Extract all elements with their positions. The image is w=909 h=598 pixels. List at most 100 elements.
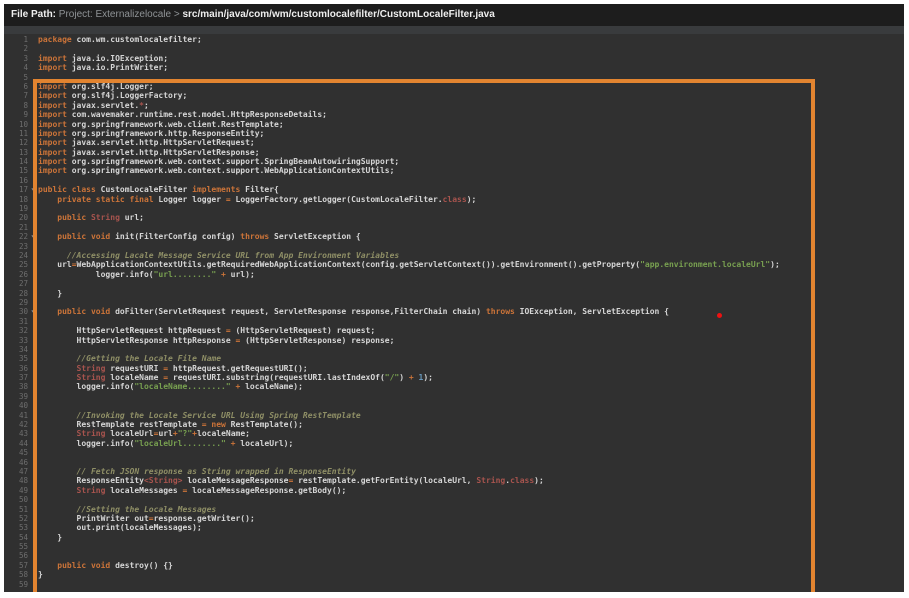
code-line[interactable]: }: [36, 289, 904, 298]
fold-gutter[interactable]: [29, 213, 36, 222]
line-number[interactable]: 49: [4, 486, 29, 495]
code-row[interactable]: 9import com.wavemaker.runtime.rest.model…: [4, 110, 904, 119]
code-row[interactable]: 26 logger.info("url........" + url);: [4, 270, 904, 279]
line-number[interactable]: 45: [4, 448, 29, 457]
code-editor[interactable]: 1package com.wm.customlocalefilter;23imp…: [4, 34, 904, 589]
code-line[interactable]: [36, 176, 904, 185]
code-line[interactable]: import org.springframework.web.context.s…: [36, 157, 904, 166]
code-row[interactable]: 16: [4, 176, 904, 185]
fold-gutter[interactable]: [29, 514, 36, 523]
code-row[interactable]: 55: [4, 542, 904, 551]
line-number[interactable]: 31: [4, 317, 29, 326]
code-row[interactable]: 19: [4, 204, 904, 213]
line-number[interactable]: 5: [4, 73, 29, 82]
code-line[interactable]: [36, 495, 904, 504]
line-number[interactable]: 11: [4, 129, 29, 138]
code-row[interactable]: 43 String localeUrl=url+"?"+localeName;: [4, 429, 904, 438]
code-row[interactable]: 32 HttpServletRequest httpRequest = (Htt…: [4, 326, 904, 335]
code-row[interactable]: 22▾ public void init(FilterConfig config…: [4, 232, 904, 241]
fold-gutter[interactable]: [29, 101, 36, 110]
code-line[interactable]: public void doFilter(ServletRequest requ…: [36, 307, 904, 316]
fold-gutter[interactable]: [29, 44, 36, 53]
code-row[interactable]: 12import javax.servlet.http.HttpServletR…: [4, 138, 904, 147]
code-row[interactable]: 23: [4, 242, 904, 251]
fold-gutter[interactable]: [29, 260, 36, 269]
code-row[interactable]: 57 public void destroy() {}: [4, 561, 904, 570]
code-row[interactable]: 38 logger.info("localeName........" + lo…: [4, 382, 904, 391]
fold-gutter[interactable]: [29, 54, 36, 63]
line-number[interactable]: 23: [4, 242, 29, 251]
code-row[interactable]: 40: [4, 401, 904, 410]
code-line[interactable]: import java.io.IOException;: [36, 54, 904, 63]
code-line[interactable]: import org.springframework.web.context.s…: [36, 166, 904, 175]
code-row[interactable]: 36 String requestURI = httpRequest.getRe…: [4, 364, 904, 373]
fold-gutter[interactable]: [29, 392, 36, 401]
line-number[interactable]: 15: [4, 166, 29, 175]
fold-gutter[interactable]: [29, 82, 36, 91]
code-row[interactable]: 8import javax.servlet.*;: [4, 101, 904, 110]
code-line[interactable]: import org.springframework.web.client.Re…: [36, 120, 904, 129]
code-row[interactable]: 48 ResponseEntity<String> localeMessageR…: [4, 476, 904, 485]
fold-gutter[interactable]: [29, 354, 36, 363]
code-row[interactable]: 41 //Invoking the Locale Service URL Usi…: [4, 411, 904, 420]
line-number[interactable]: 37: [4, 373, 29, 382]
code-line[interactable]: [36, 448, 904, 457]
line-number[interactable]: 22: [4, 232, 29, 241]
line-number[interactable]: 17: [4, 185, 29, 194]
code-row[interactable]: 46: [4, 458, 904, 467]
line-number[interactable]: 14: [4, 157, 29, 166]
code-row[interactable]: 2: [4, 44, 904, 53]
fold-gutter[interactable]: [29, 345, 36, 354]
fold-gutter[interactable]: [29, 35, 36, 44]
line-number[interactable]: 59: [4, 580, 29, 589]
code-row[interactable]: 15 import org.springframework.web.context…: [4, 166, 904, 175]
code-row[interactable]: 11 import org.springframework.http.Respon…: [4, 129, 904, 138]
fold-gutter[interactable]: [29, 523, 36, 532]
fold-gutter[interactable]: [29, 73, 36, 82]
code-line[interactable]: logger.info("url........" + url);: [36, 270, 904, 279]
line-number[interactable]: 57: [4, 561, 29, 570]
code-row[interactable]: 25 url=WebApplicationContextUtils.getReq…: [4, 260, 904, 269]
fold-gutter[interactable]: [29, 270, 36, 279]
code-line[interactable]: String localeName = requestURI.substring…: [36, 373, 904, 382]
fold-gutter[interactable]: [29, 204, 36, 213]
code-line[interactable]: import com.wavemaker.runtime.rest.model.…: [36, 110, 904, 119]
code-row[interactable]: 56: [4, 551, 904, 560]
code-row[interactable]: 20 public String url;: [4, 213, 904, 222]
fold-gutter[interactable]: [29, 570, 36, 579]
code-row[interactable]: 13import javax.servlet.http.HttpServletR…: [4, 148, 904, 157]
fold-gutter[interactable]: [29, 429, 36, 438]
line-number[interactable]: 33: [4, 336, 29, 345]
code-row[interactable]: 4import java.io.PrintWriter;: [4, 63, 904, 72]
line-number[interactable]: 55: [4, 542, 29, 551]
code-line[interactable]: [36, 317, 904, 326]
code-row[interactable]: 44 logger.info("localeUrl........" + loc…: [4, 439, 904, 448]
fold-gutter[interactable]: [29, 533, 36, 542]
fold-marker-icon[interactable]: ▾: [29, 185, 36, 194]
line-number[interactable]: 12: [4, 138, 29, 147]
code-line[interactable]: public class CustomLocaleFilter implemen…: [36, 185, 904, 194]
line-number[interactable]: 47: [4, 467, 29, 476]
code-line[interactable]: // Fetch JSON response as String wrapped…: [36, 467, 904, 476]
code-row[interactable]: 59: [4, 580, 904, 589]
code-line[interactable]: out.print(localeMessages);: [36, 523, 904, 532]
line-number[interactable]: 28: [4, 289, 29, 298]
line-number[interactable]: 7: [4, 91, 29, 100]
fold-gutter[interactable]: [29, 326, 36, 335]
code-line[interactable]: import org.slf4j.LoggerFactory;: [36, 91, 904, 100]
fold-gutter[interactable]: [29, 279, 36, 288]
code-line[interactable]: logger.info("localeUrl........" + locale…: [36, 439, 904, 448]
line-number[interactable]: 10: [4, 120, 29, 129]
code-row[interactable]: 49 String localeMessages = localeMessage…: [4, 486, 904, 495]
fold-gutter[interactable]: [29, 542, 36, 551]
line-number[interactable]: 34: [4, 345, 29, 354]
line-number[interactable]: 20: [4, 213, 29, 222]
line-number[interactable]: 36: [4, 364, 29, 373]
code-line[interactable]: import org.springframework.http.Response…: [36, 129, 904, 138]
code-row[interactable]: 47 // Fetch JSON response as String wrap…: [4, 467, 904, 476]
code-line[interactable]: import org.slf4j.Logger;: [36, 82, 904, 91]
code-row[interactable]: 42 RestTemplate restTemplate = new RestT…: [4, 420, 904, 429]
code-row[interactable]: 6import org.slf4j.Logger;: [4, 82, 904, 91]
code-row[interactable]: 39: [4, 392, 904, 401]
line-number[interactable]: 44: [4, 439, 29, 448]
